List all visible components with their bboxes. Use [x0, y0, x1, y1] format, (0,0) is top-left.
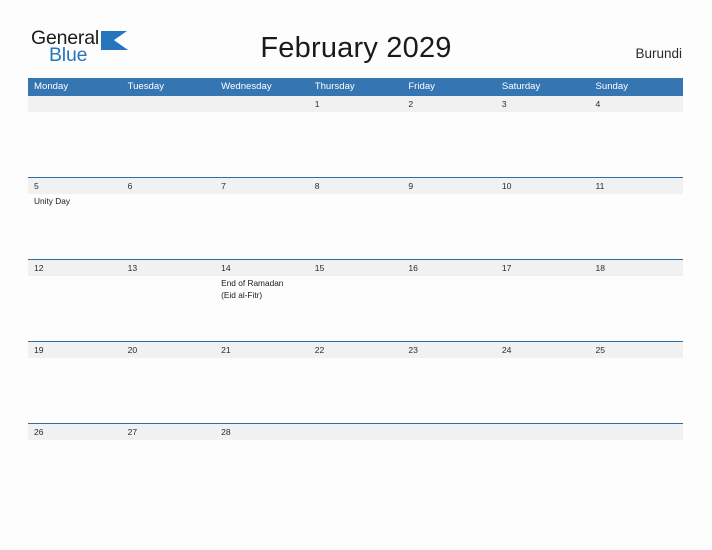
day-cell-12[interactable]: 12 [28, 260, 122, 341]
day-number: 22 [314, 345, 325, 355]
day-cell-22[interactable]: 22 [309, 342, 403, 423]
day-number: 23 [408, 345, 418, 355]
weekday-header-thursday: Thursday [314, 81, 355, 92]
day-number [595, 424, 683, 440]
day-number: 15 [314, 263, 325, 273]
day-cell-24[interactable]: 24 [496, 342, 590, 423]
day-cell-23[interactable]: 23 [402, 342, 496, 423]
day-number: 8 [314, 181, 320, 191]
day-number: 1 [314, 99, 320, 109]
day-number: 5 [34, 181, 39, 191]
day-cell-10[interactable]: 10 [496, 178, 590, 259]
day-number: 4 [595, 99, 601, 109]
calendar-week-row: 12 13 14 End of Ramadan (Eid al-Fitr) 15 16 17 1… [28, 259, 683, 341]
day-cell-row: 1 2 3 4 [28, 96, 683, 177]
day-cell-19[interactable]: 19 [28, 342, 122, 423]
day-number: 28 [221, 427, 231, 437]
day-number: 26 [34, 427, 44, 437]
day-number: 16 [408, 263, 418, 273]
day-number: 24 [501, 345, 512, 355]
day-cell-20[interactable]: 20 [122, 342, 216, 423]
weekday-header-row: Monday Tuesday Wednesday Thursday Friday Satu… [28, 78, 683, 96]
day-cell-17[interactable]: 17 [496, 260, 590, 341]
day-number: 2 [408, 99, 414, 109]
day-cell-3[interactable]: 3 [496, 96, 590, 177]
weekday-header-saturday: Saturday [501, 81, 541, 92]
day-number [315, 424, 403, 440]
day-cell-21[interactable]: 21 [215, 342, 309, 423]
day-number: 27 [127, 427, 138, 437]
day-number [408, 424, 496, 440]
day-cell-11[interactable]: 11 [589, 178, 683, 259]
day-number: 3 [501, 99, 507, 109]
day-cell-6[interactable]: 6 [122, 178, 216, 259]
day-cell-empty [215, 96, 309, 177]
event-list: Unity Day [34, 194, 122, 208]
day-number: 7 [221, 181, 226, 191]
day-cell-8[interactable]: 8 [309, 178, 403, 259]
day-cell-15[interactable]: 15 [309, 260, 403, 341]
day-cell-14[interactable]: 14 End of Ramadan (Eid al-Fitr) [215, 260, 309, 341]
day-cell-7[interactable]: 7 [215, 178, 309, 259]
day-number: 10 [501, 181, 512, 191]
event-item: End of Ramadan [221, 278, 284, 288]
weekday-header-tuesday: Tuesday [127, 81, 165, 92]
day-cell-row: 19 20 21 22 23 24 25 [28, 342, 683, 423]
calendar-week-row: 5 Unity Day 6 7 8 9 10 11 [28, 177, 683, 259]
day-cell-28[interactable]: 28 [215, 424, 309, 505]
day-cell-18[interactable]: 18 [589, 260, 683, 341]
day-cell-5[interactable]: 5 Unity Day [28, 178, 122, 259]
day-cell-row: 5 Unity Day 6 7 8 9 10 11 [28, 178, 683, 259]
event-list: End of Ramadan (Eid al-Fitr) [221, 276, 309, 301]
day-number: 19 [34, 345, 44, 355]
day-cell-empty [402, 424, 496, 505]
country-label: Burundi [635, 46, 682, 61]
event-item: (Eid al-Fitr) [221, 289, 263, 300]
day-number: 25 [595, 345, 606, 355]
day-cell-9[interactable]: 9 [402, 178, 496, 259]
day-cell-27[interactable]: 27 [122, 424, 216, 505]
day-number: 21 [221, 345, 231, 355]
day-number: 14 [221, 263, 231, 273]
day-cell-empty [309, 424, 403, 505]
day-number [502, 424, 590, 440]
day-number: 17 [501, 263, 512, 273]
day-number: 6 [127, 181, 133, 191]
weekday-header-monday: Monday [34, 81, 69, 92]
calendar-week-row: 19 20 21 22 23 24 25 [28, 341, 683, 423]
calendar-week-row: 26 27 28 [28, 423, 683, 505]
day-cell-row: 26 27 28 [28, 424, 683, 505]
weekday-header-wednesday: Wednesday [221, 81, 272, 92]
calendar-page: General Blue February 2029 Burundi Monda… [0, 0, 712, 550]
day-number: 12 [34, 263, 44, 273]
day-cell-26[interactable]: 26 [28, 424, 122, 505]
day-cell-16[interactable]: 16 [402, 260, 496, 341]
day-cell-1[interactable]: 1 [309, 96, 403, 177]
day-cell-empty [122, 96, 216, 177]
day-number [34, 96, 122, 112]
page-header: General Blue February 2029 Burundi [0, 0, 712, 78]
day-number [128, 96, 216, 112]
calendar-grid: Monday Tuesday Wednesday Thursday Friday Satu… [28, 78, 683, 505]
calendar-weeks: 1 2 3 4 5 Unity Day 6 7 8 9 10 11 12 13 14 End of Ramad… [28, 96, 683, 505]
day-cell-empty [589, 424, 683, 505]
day-cell-empty [28, 96, 122, 177]
day-cell-empty [496, 424, 590, 505]
day-number: 20 [127, 345, 138, 355]
day-number: 13 [127, 263, 138, 273]
page-title: February 2029 [260, 32, 452, 64]
calendar-week-row: 1 2 3 4 [28, 96, 683, 177]
day-cell-4[interactable]: 4 [589, 96, 683, 177]
day-cell-2[interactable]: 2 [402, 96, 496, 177]
day-number: 18 [595, 263, 606, 273]
day-number: 9 [408, 181, 414, 191]
weekday-header-sunday: Sunday [595, 81, 629, 92]
day-cell-25[interactable]: 25 [589, 342, 683, 423]
event-item: Unity Day [34, 196, 70, 206]
day-cell-13[interactable]: 13 [122, 260, 216, 341]
day-number [221, 96, 309, 112]
day-number: 11 [595, 181, 605, 191]
weekday-header-friday: Friday [408, 81, 435, 92]
day-cell-row: 12 13 14 End of Ramadan (Eid al-Fitr) 15 16 17 1… [28, 260, 683, 341]
